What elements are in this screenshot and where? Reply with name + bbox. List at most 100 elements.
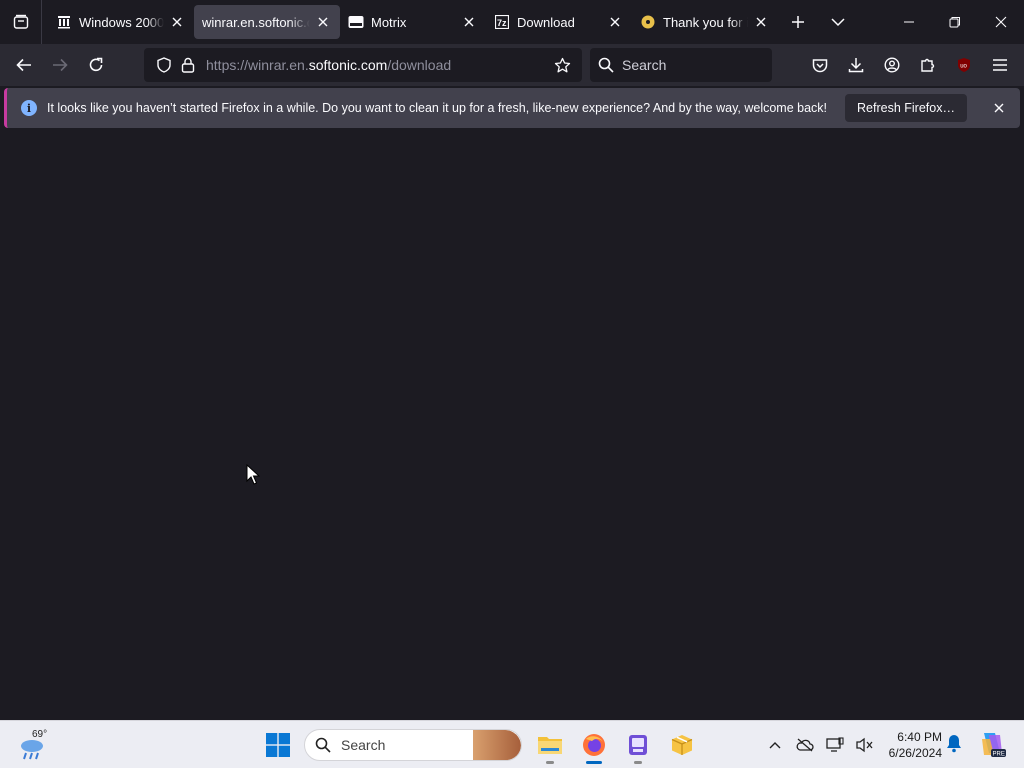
volume-tray-icon[interactable] <box>850 730 880 760</box>
library-icon <box>56 14 72 30</box>
windows-logo-icon <box>266 733 290 757</box>
plus-icon <box>792 16 804 28</box>
close-icon <box>995 16 1007 28</box>
url-host: softonic.com <box>308 57 388 73</box>
clock-time: 6:40 PM <box>897 730 942 744</box>
refresh-firefox-notification: i It looks like you haven’t started Fire… <box>4 88 1020 128</box>
copilot-button[interactable]: PRE <box>978 729 1006 764</box>
window-controls <box>886 0 1024 44</box>
new-tab-button[interactable] <box>778 0 818 44</box>
tab-windows-2000[interactable]: Windows 2000, I <box>48 5 194 39</box>
tab-title: Motrix <box>371 14 407 30</box>
search-placeholder: Search <box>622 57 667 73</box>
account-button[interactable] <box>874 48 910 82</box>
app-menu-button[interactable] <box>982 48 1018 82</box>
taskbar-apps: Search <box>258 725 706 765</box>
notification-message: It looks like you haven’t started Firefo… <box>47 101 828 115</box>
firefox-view-button[interactable] <box>0 0 42 44</box>
close-window-button[interactable] <box>978 0 1024 44</box>
onedrive-tray-icon[interactable] <box>790 730 820 760</box>
show-hidden-icons-button[interactable] <box>760 730 790 760</box>
page-content-area[interactable] <box>0 130 1024 720</box>
extensions-button[interactable] <box>910 48 946 82</box>
ublock-origin-button[interactable]: uo <box>946 48 982 82</box>
url-path: /download <box>387 57 452 73</box>
tab-title: Windows 2000, I <box>79 14 164 30</box>
tab-download[interactable]: 7z Download <box>486 5 632 39</box>
minimize-button[interactable] <box>886 0 932 44</box>
hamburger-menu-icon <box>993 59 1007 71</box>
forward-arrow-icon <box>53 58 68 72</box>
chevron-up-icon <box>769 742 781 749</box>
svg-text:7z: 7z <box>497 18 507 28</box>
taskbar-motrix[interactable] <box>618 725 658 765</box>
taskbar-search-label: Search <box>341 737 386 753</box>
taskbar-file-explorer[interactable] <box>530 725 570 765</box>
cloud-offline-icon <box>796 738 814 752</box>
taskbar-firefox[interactable] <box>574 725 614 765</box>
close-tab-icon[interactable] <box>606 13 624 31</box>
motrix-icon <box>348 14 364 30</box>
monitor-network-icon <box>826 737 844 752</box>
speaker-muted-icon <box>856 737 873 753</box>
notifications-button[interactable] <box>946 733 962 758</box>
bell-icon <box>947 735 961 753</box>
windows-taskbar: 69° Search 6:40 PM 6/26/2024 PRE <box>0 720 1024 768</box>
restore-icon <box>949 17 960 28</box>
tab-thank-you[interactable]: Thank you for in <box>632 5 778 39</box>
url-bar[interactable]: https://winrar.en.softonic.com/download <box>144 48 582 82</box>
refresh-firefox-button[interactable]: Refresh Firefox… <box>845 94 967 122</box>
close-notification-button[interactable] <box>990 99 1008 117</box>
forward-button[interactable] <box>42 49 78 81</box>
package-box-icon <box>671 735 693 755</box>
tracking-protection-shield-icon[interactable] <box>152 57 176 73</box>
start-button[interactable] <box>258 725 298 765</box>
pocket-icon <box>812 58 828 72</box>
rain-cloud-icon <box>21 740 43 760</box>
firefox-icon <box>583 734 605 756</box>
url-text[interactable]: https://winrar.en.softonic.com/download <box>206 57 550 73</box>
weather-temperature: 69° <box>32 729 48 740</box>
disc-icon <box>640 14 656 30</box>
tab-strip: Windows 2000, I winrar.en.softonic.co Mo… <box>0 0 1024 44</box>
pocket-button[interactable] <box>802 48 838 82</box>
search-icon <box>315 737 331 753</box>
back-arrow-icon <box>16 58 31 72</box>
taskbar-clock[interactable]: 6:40 PM 6/26/2024 <box>878 729 942 761</box>
reload-icon <box>89 57 103 72</box>
tab-title: Thank you for in <box>663 14 748 30</box>
lock-icon[interactable] <box>176 57 200 73</box>
bookmark-star-icon[interactable] <box>550 57 574 74</box>
network-tray-icon[interactable] <box>820 730 850 760</box>
folder-icon <box>538 737 562 754</box>
running-indicator <box>634 761 642 764</box>
list-all-tabs-button[interactable] <box>818 0 858 44</box>
close-tab-icon[interactable] <box>168 13 186 31</box>
minimize-icon <box>904 21 914 23</box>
motrix-app-icon <box>629 735 647 755</box>
close-icon <box>994 103 1004 113</box>
taskbar-search[interactable]: Search <box>304 729 522 761</box>
ublock-origin-icon: uo <box>958 58 970 72</box>
close-tab-icon[interactable] <box>752 13 770 31</box>
tab-title: winrar.en.softonic.co <box>202 14 310 30</box>
svg-text:PRE: PRE <box>993 752 1005 758</box>
search-bar[interactable]: Search <box>590 48 772 82</box>
back-button[interactable] <box>6 49 42 81</box>
taskbar-archive-app[interactable] <box>662 725 702 765</box>
toolbar-actions: uo <box>802 48 1018 82</box>
reload-button[interactable] <box>78 49 114 81</box>
7zip-icon: 7z <box>494 14 510 30</box>
close-tab-icon[interactable] <box>314 13 332 31</box>
weather-widget[interactable]: 69° <box>16 727 56 763</box>
running-indicator <box>546 761 554 764</box>
search-highlight-image <box>473 730 521 760</box>
restore-button[interactable] <box>932 0 978 44</box>
downloads-button[interactable] <box>838 48 874 82</box>
tab-title: Download <box>517 14 575 30</box>
tab-motrix[interactable]: Motrix <box>340 5 486 39</box>
close-tab-icon[interactable] <box>460 13 478 31</box>
clock-date: 6/26/2024 <box>888 746 942 760</box>
tab-winrar-softonic[interactable]: winrar.en.softonic.co <box>194 5 340 39</box>
download-icon <box>848 58 864 73</box>
